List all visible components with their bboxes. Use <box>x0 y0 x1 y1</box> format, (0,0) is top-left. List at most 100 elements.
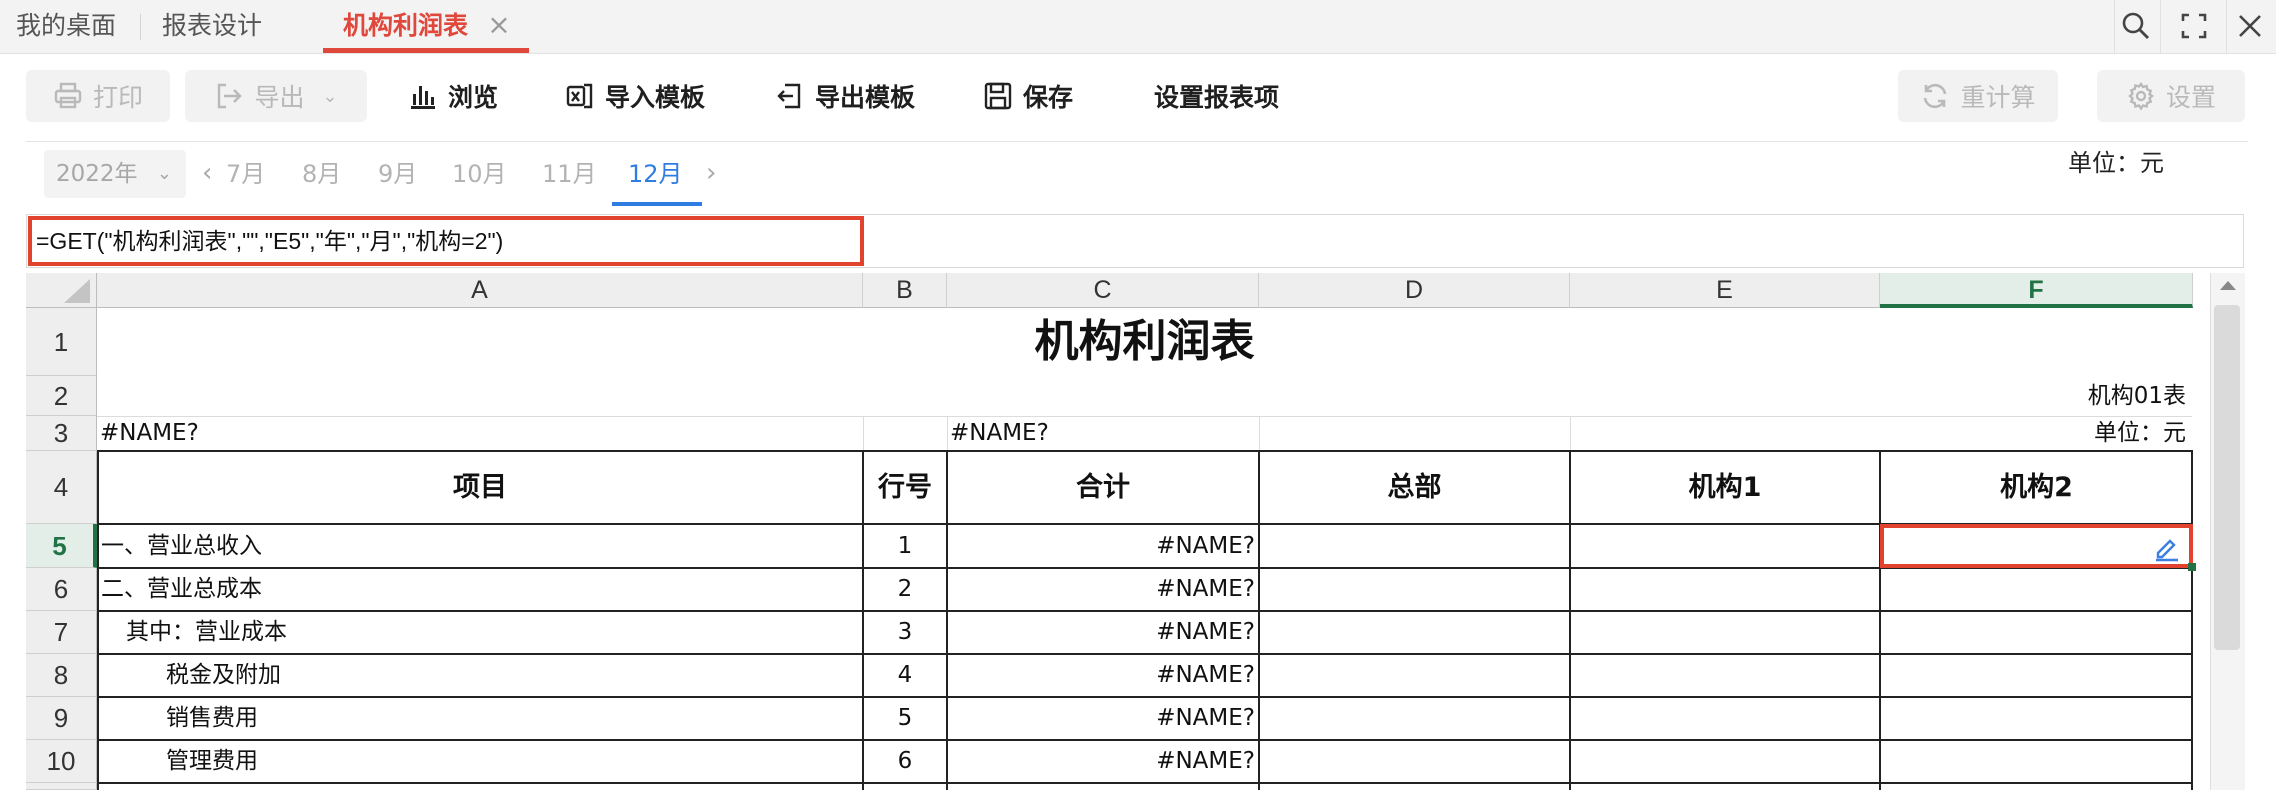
line-no-cell[interactable]: 1 <box>863 524 947 568</box>
unit-cell[interactable]: 单位：元 <box>1880 416 2186 451</box>
total-cell[interactable]: #NAME? <box>947 740 1255 783</box>
column-header-d[interactable]: D <box>1259 273 1570 308</box>
year-select[interactable]: 2022年 ⌄ <box>44 150 186 198</box>
formula-input[interactable]: =GET("机构利润表","","E5","年","月","机构=2") <box>28 216 864 266</box>
printer-icon <box>54 82 82 109</box>
month-nov[interactable]: 11月 <box>542 150 597 198</box>
print-button[interactable]: 打印 <box>26 70 170 122</box>
column-header-a[interactable]: A <box>97 273 863 308</box>
save-icon <box>984 82 1012 110</box>
month-aug[interactable]: 8月 <box>302 150 341 198</box>
select-all-corner[interactable] <box>26 273 97 308</box>
save-button[interactable]: 保存 <box>983 70 1083 122</box>
item-cell[interactable]: 一、营业总收入 <box>101 524 861 568</box>
item-cell[interactable]: 管理费用 <box>166 740 861 783</box>
tab-close-icon[interactable]: × <box>486 10 512 40</box>
print-label: 打印 <box>92 83 143 112</box>
header-hq[interactable]: 总部 <box>1259 451 1570 524</box>
active-tab-indicator <box>323 48 529 53</box>
line-no-cell[interactable]: 2 <box>863 568 947 611</box>
row-header-4[interactable]: 4 <box>26 451 97 524</box>
row-header-5[interactable]: 5 <box>26 524 97 568</box>
cell-a3[interactable]: #NAME? <box>100 416 860 451</box>
settings-button[interactable]: 设置 <box>2097 70 2245 122</box>
column-header-c[interactable]: C <box>947 273 1259 308</box>
column-header-b[interactable]: B <box>863 273 947 308</box>
row-header-9[interactable]: 9 <box>26 697 97 740</box>
line-no-cell[interactable]: 4 <box>863 654 947 697</box>
month-sep[interactable]: 9月 <box>378 150 417 198</box>
total-cell[interactable]: #NAME? <box>947 611 1255 654</box>
header-line-no[interactable]: 行号 <box>863 451 947 524</box>
column-header-e[interactable]: E <box>1570 273 1880 308</box>
chevron-down-icon: ⌄ <box>322 85 338 107</box>
tab-report-design[interactable]: 报表设计 <box>162 0 262 53</box>
settings-label: 设置 <box>2165 83 2216 112</box>
export-icon <box>218 83 243 109</box>
column-header-f[interactable]: F <box>1880 273 2193 308</box>
browse-button[interactable]: 浏览 <box>408 70 518 122</box>
total-cell[interactable]: #NAME? <box>947 524 1255 568</box>
selected-cell-f5[interactable] <box>1880 524 2193 568</box>
chevron-down-icon: ⌄ <box>156 163 172 184</box>
window-divider <box>2160 0 2161 53</box>
cell-c3[interactable]: #NAME? <box>950 416 1255 451</box>
line-no-cell[interactable]: 3 <box>863 611 947 654</box>
search-icon[interactable] <box>2118 8 2154 44</box>
item-cell[interactable]: 税金及附加 <box>166 654 861 697</box>
total-cell[interactable]: #NAME? <box>947 568 1255 611</box>
bar-chart-icon <box>411 86 435 109</box>
header-org1[interactable]: 机构1 <box>1570 451 1880 524</box>
header-item[interactable]: 项目 <box>97 451 863 524</box>
total-cell[interactable]: #NAME? <box>947 654 1255 697</box>
line-no-cell[interactable]: 6 <box>863 740 947 783</box>
gridline <box>1570 416 1571 451</box>
export-template-icon <box>777 83 801 109</box>
header-total[interactable]: 合计 <box>947 451 1259 524</box>
report-title: 机构利润表 <box>1034 316 1255 367</box>
total-cell[interactable]: #NAME? <box>947 697 1255 740</box>
set-report-items-button[interactable]: 设置报表项 <box>1154 70 1304 122</box>
row-header-11[interactable] <box>26 783 97 790</box>
save-label: 保存 <box>1023 83 1074 112</box>
item-cell[interactable]: 其中：营业成本 <box>126 611 861 654</box>
export-dropdown-button[interactable]: 导出 ⌄ <box>185 70 367 122</box>
item-cell[interactable]: 二、营业总成本 <box>101 568 861 611</box>
row-header-8[interactable]: 8 <box>26 654 97 697</box>
window-divider <box>2226 0 2227 53</box>
row-header-6[interactable]: 6 <box>26 568 97 611</box>
scroll-up-icon[interactable] <box>2211 273 2245 299</box>
fullscreen-icon[interactable] <box>2176 8 2212 44</box>
header-org2[interactable]: 机构2 <box>1880 451 2193 524</box>
edit-pencil-icon[interactable] <box>2153 534 2181 562</box>
tab-divider <box>140 14 141 40</box>
row-header-3[interactable]: 3 <box>26 416 97 451</box>
export-template-button[interactable]: 导出模板 <box>775 70 935 122</box>
line-no-cell[interactable]: 5 <box>863 697 947 740</box>
tab-org-profit-table[interactable]: 机构利润表 <box>343 0 468 53</box>
form-number-cell[interactable]: 机构01表 <box>1880 376 2186 416</box>
gridline <box>863 416 864 451</box>
gridline <box>947 416 948 451</box>
month-jul[interactable]: 7月 <box>226 150 265 198</box>
month-oct[interactable]: 10月 <box>452 150 507 198</box>
close-icon[interactable] <box>2232 8 2268 44</box>
next-month-icon[interactable]: › <box>706 150 716 198</box>
gridline <box>1259 416 1260 451</box>
recalculate-button[interactable]: 重计算 <box>1898 70 2058 122</box>
row-header-10[interactable]: 10 <box>26 740 97 783</box>
tab-my-desktop[interactable]: 我的桌面 <box>16 0 116 53</box>
export-template-label: 导出模板 <box>815 83 916 112</box>
row-header-1[interactable]: 1 <box>26 308 97 376</box>
month-dec[interactable]: 12月 <box>628 150 683 198</box>
set-report-items-label: 设置报表项 <box>1154 83 1280 112</box>
fill-handle[interactable] <box>2188 563 2196 571</box>
import-template-button[interactable]: 导入模板 <box>565 70 725 122</box>
scrollbar-thumb[interactable] <box>2214 305 2240 650</box>
toolbar-divider <box>26 141 2248 142</box>
item-cell[interactable]: 销售费用 <box>166 697 861 740</box>
unit-label: 单位：元 <box>2068 149 2164 177</box>
row-header-7[interactable]: 7 <box>26 611 97 654</box>
row-header-2[interactable]: 2 <box>26 376 97 416</box>
prev-month-icon[interactable]: ‹ <box>202 150 212 198</box>
